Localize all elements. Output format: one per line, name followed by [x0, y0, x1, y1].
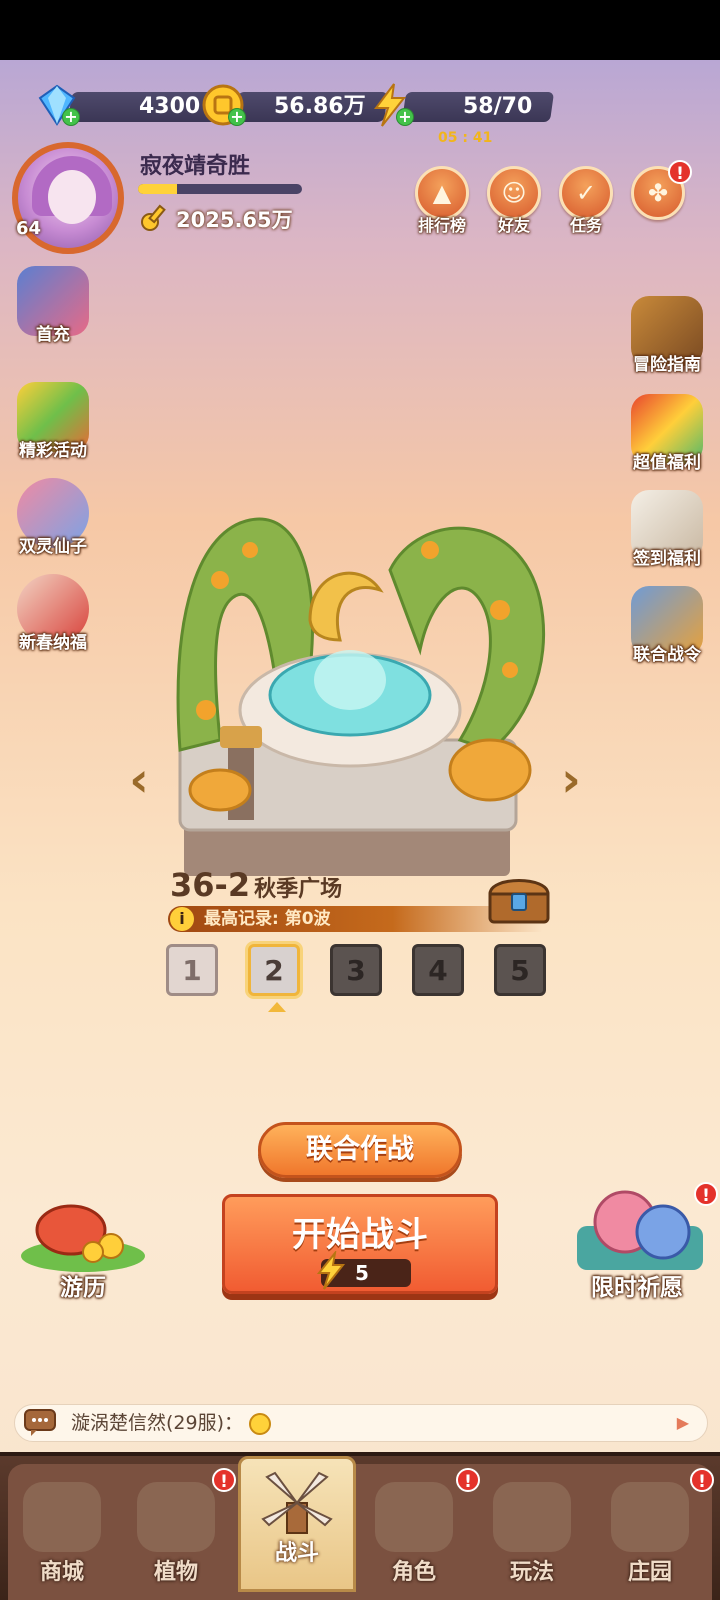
stage-number: 36-2 — [170, 866, 251, 904]
exp-fill — [138, 184, 178, 194]
gameplay-icon — [493, 1482, 571, 1552]
first-recharge-button[interactable]: 首充 — [4, 266, 102, 345]
limited-wish-icon — [577, 1190, 703, 1270]
plants-icon — [137, 1482, 215, 1552]
gems-counter[interactable]: 4300 + — [34, 80, 223, 128]
windmill-icon — [261, 1471, 333, 1534]
tab-manor[interactable]: 庄园 — [600, 1474, 700, 1592]
lightning-icon — [316, 1251, 346, 1290]
plants-alert-badge: ! — [212, 1468, 236, 1492]
start-battle-label: 开始战斗 — [292, 1215, 428, 1255]
wave-button-5[interactable]: 5 — [494, 944, 546, 996]
energy-value: 58/70 — [462, 94, 532, 119]
start-battle-cost: 5 — [316, 1251, 411, 1290]
coop-battle-button[interactable]: 联合作战 — [258, 1122, 462, 1178]
stage-name: 秋季广场 — [254, 877, 343, 902]
previous-stage-button[interactable]: ‹ — [124, 756, 154, 804]
wave-button-1[interactable]: 1 — [166, 944, 218, 996]
add-coins-icon[interactable]: + — [228, 108, 246, 126]
bottom-nav: 商城 植物 ! 战斗 角色 ! 玩法 庄园 ! — [0, 1452, 720, 1600]
limited-wish-alert-badge: ! — [694, 1182, 718, 1206]
key-icon — [141, 204, 166, 231]
events-button[interactable]: 精彩活动 — [4, 382, 102, 461]
shop-icon — [23, 1482, 101, 1552]
best-record-text: 最高记录: 第0波 — [204, 909, 331, 929]
chat-bar[interactable]: 漩涡楚信然(29服)： ▶ — [14, 1404, 708, 1442]
more-menu-alert-badge: ! — [668, 160, 692, 184]
player-name: 寂夜靖奇胜 — [140, 154, 251, 179]
wave-button-2[interactable]: 2 — [248, 944, 300, 996]
tasks-button[interactable]: ✓ 任务 — [556, 166, 616, 246]
limited-wish-button[interactable]: 限时祈愿 — [562, 1186, 712, 1302]
stage-title: 36-2 秋季广场 — [170, 866, 342, 904]
start-battle-button[interactable]: 开始战斗 5 — [222, 1194, 498, 1294]
gems-value: 4300 — [138, 94, 200, 119]
energy-timer: 05 : 41 — [438, 130, 493, 146]
friends-button[interactable]: ☺ 好友 — [484, 166, 544, 246]
player-level: 64 — [16, 218, 42, 239]
exp-bar — [138, 184, 302, 194]
chat-bubble-icon — [24, 1409, 56, 1436]
chat-message: 漩涡楚信然(29服)： — [71, 1412, 244, 1434]
characters-alert-badge: ! — [456, 1468, 480, 1492]
next-stage-button[interactable]: › — [556, 756, 586, 804]
stage-illustration — [176, 517, 546, 876]
manor-icon — [611, 1482, 689, 1552]
wave-button-3[interactable]: 3 — [330, 944, 382, 996]
value-welfare-button[interactable]: 超值福利 — [618, 394, 716, 473]
journey-button[interactable]: 游历 — [8, 1186, 158, 1302]
game-screen: 4300 + 56.86万 + 58/70 + 05 : 41 64 寂夜靖奇胜… — [0, 60, 720, 1600]
add-gems-icon[interactable]: + — [62, 108, 80, 126]
info-icon[interactable]: i — [170, 907, 194, 931]
coins-value: 56.86万 — [274, 94, 366, 119]
smile-emoji-icon — [249, 1412, 272, 1435]
adventure-guide-button[interactable]: 冒险指南 — [618, 296, 716, 375]
wave-button-4[interactable]: 4 — [412, 944, 464, 996]
journey-icon — [21, 1204, 145, 1272]
tab-shop[interactable]: 商城 — [12, 1474, 112, 1592]
tab-characters[interactable]: 角色 — [364, 1474, 464, 1592]
tab-gameplay[interactable]: 玩法 — [482, 1474, 582, 1592]
chat-expand-icon[interactable]: ▶ — [677, 1405, 689, 1441]
player-power: 2025.65万 — [176, 208, 293, 232]
spring-festival-button[interactable]: 新春纳福 — [4, 574, 102, 653]
coins-counter[interactable]: 56.86万 + — [200, 80, 389, 128]
manor-alert-badge: ! — [690, 1468, 714, 1492]
selected-wave-pointer — [268, 1002, 286, 1012]
battle-pass-button[interactable]: 联合战令 — [618, 586, 716, 665]
tab-plants[interactable]: 植物 — [126, 1474, 226, 1592]
characters-icon — [375, 1482, 453, 1552]
energy-counter[interactable]: 58/70 + — [368, 80, 555, 128]
leaderboard-button[interactable]: ▲ 排行榜 — [412, 166, 472, 246]
treasure-chest-icon[interactable] — [486, 872, 552, 926]
twin-fairy-button[interactable]: 双灵仙子 — [4, 478, 102, 557]
sign-in-button[interactable]: 签到福利 — [618, 490, 716, 569]
add-energy-icon[interactable]: + — [396, 108, 414, 126]
tab-battle[interactable]: 战斗 — [238, 1456, 356, 1592]
